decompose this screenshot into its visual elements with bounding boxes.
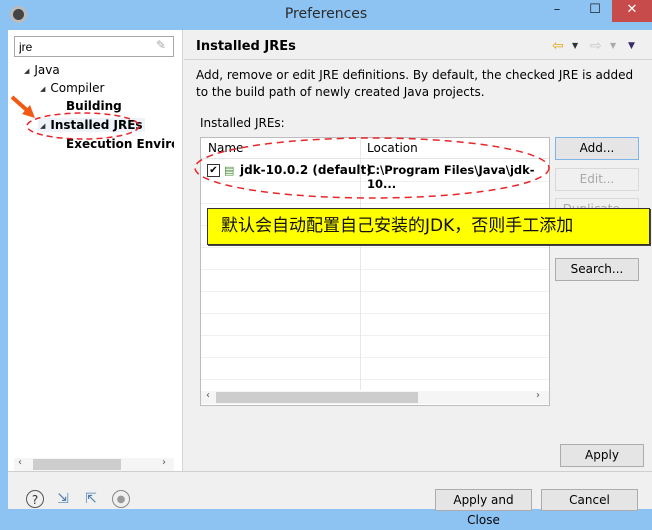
divider — [8, 471, 652, 472]
export-icon[interactable]: ⇱ — [82, 490, 100, 508]
help-icon[interactable]: ? — [26, 490, 44, 508]
cancel-button[interactable]: Cancel — [541, 489, 638, 511]
annotation-marks — [10, 95, 550, 199]
apply-button[interactable]: Apply — [560, 444, 644, 467]
highlight-ellipse-row — [194, 137, 550, 199]
record-icon[interactable]: ● — [112, 490, 130, 508]
apply-and-close-button[interactable]: Apply and Close — [435, 489, 532, 527]
highlight-ellipse-tree — [26, 112, 140, 140]
orange-arrow-icon — [10, 95, 35, 118]
import-icon[interactable]: ⇲ — [54, 490, 72, 508]
